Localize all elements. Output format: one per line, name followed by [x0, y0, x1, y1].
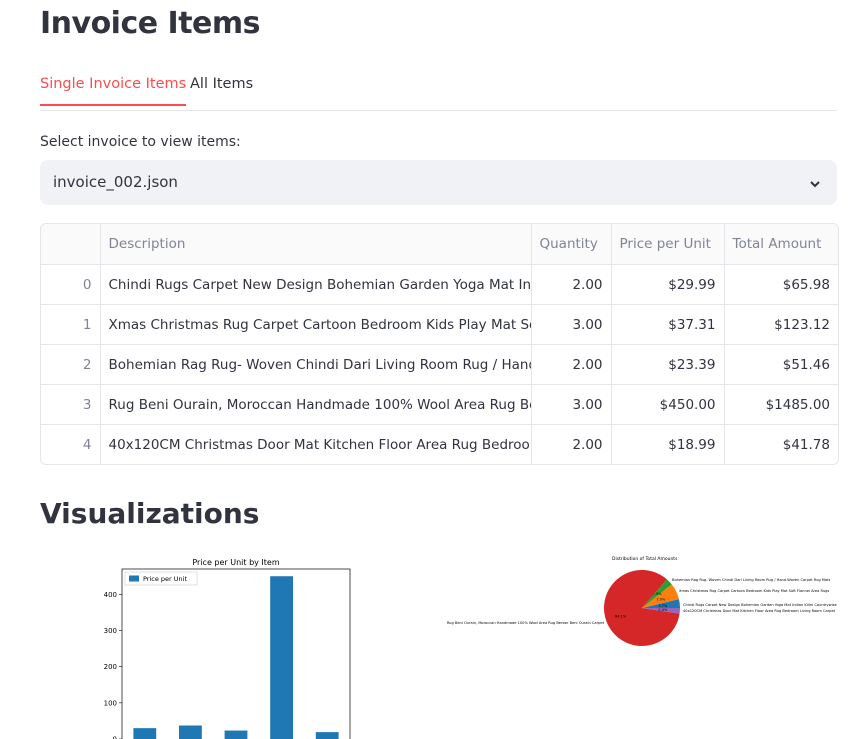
- page-title: Invoice Items: [40, 6, 261, 41]
- cell-quantity[interactable]: 3.00: [531, 304, 612, 345]
- cell-quantity[interactable]: 2.00: [531, 344, 612, 385]
- column-header-description[interactable]: Description: [100, 224, 532, 265]
- invoice-select-value: invoice_002.json: [53, 173, 178, 191]
- row-index: 0: [41, 264, 101, 305]
- chevron-down-icon: [809, 175, 821, 194]
- pie-slice-label: Bohemian Rag Rug- Woven Chindi Dari Livi…: [672, 578, 831, 582]
- cell-quantity[interactable]: 2.00: [531, 264, 612, 305]
- invoice-select[interactable]: invoice_002.json: [40, 160, 837, 205]
- y-tick-label: 100: [104, 699, 117, 707]
- cell-quantity[interactable]: 2.00: [531, 424, 612, 464]
- legend-swatch: [129, 575, 139, 582]
- table-row[interactable]: 1 Xmas Christmas Rug Carpet Cartoon Bedr…: [41, 304, 838, 345]
- cell-price-per-unit[interactable]: $29.99: [611, 264, 725, 305]
- cell-description[interactable]: Bohemian Rag Rug- Woven Chindi Dari Livi…: [100, 344, 532, 385]
- tab-bar: Single Invoice Items All Items: [40, 66, 837, 111]
- table-row[interactable]: 4 40x120CM Christmas Door Mat Kitchen Fl…: [41, 424, 838, 465]
- cell-total-amount[interactable]: $51.46: [724, 344, 838, 385]
- bar-2: [224, 730, 248, 739]
- pie-slice-label: Xmas Christmas Rug Carpet Cartoon Bedroo…: [679, 589, 829, 593]
- cell-total-amount[interactable]: $65.98: [724, 264, 838, 305]
- row-index: 2: [41, 344, 101, 385]
- visualizations-heading: Visualizations: [40, 497, 260, 530]
- cell-quantity[interactable]: 3.00: [531, 384, 612, 425]
- row-index: 4: [41, 424, 101, 464]
- column-header-index[interactable]: [41, 224, 101, 265]
- price-per-unit-bar-chart: Price per Unit by Item 400 300 200 100 0 Price…: [104, 558, 351, 739]
- cell-description[interactable]: Chindi Rugs Carpet New Design Bohemian G…: [100, 264, 532, 305]
- invoice-items-table[interactable]: Description Quantity Price per Unit Tota…: [40, 223, 839, 465]
- pie-slice-pct: 7.0%: [656, 597, 666, 601]
- y-tick-label: 0: [113, 736, 117, 739]
- plot-frame: [121, 568, 351, 739]
- chart-legend: Price per Unit: [124, 571, 198, 586]
- legend-label: Price per Unit: [143, 575, 187, 583]
- table-row[interactable]: 0 Chindi Rugs Carpet New Design Bohemian…: [41, 264, 838, 305]
- cell-description[interactable]: Xmas Christmas Rug Carpet Cartoon Bedroo…: [100, 304, 532, 345]
- cell-price-per-unit[interactable]: $450.00: [611, 384, 725, 425]
- column-header-quantity[interactable]: Quantity: [531, 224, 612, 265]
- cell-price-per-unit[interactable]: $18.99: [611, 424, 725, 464]
- invoice-select-label: Select invoice to view items:: [40, 134, 241, 150]
- pie-slice-label: Rug Beni Ourain, Moroccan Handmade 100% …: [447, 621, 605, 625]
- tab-single-invoice-items[interactable]: Single Invoice Items: [40, 76, 187, 106]
- pie-chart-title: Distribution of Total Amounts: [612, 556, 678, 562]
- table-row[interactable]: 2 Bohemian Rag Rug- Woven Chindi Dari Li…: [41, 344, 838, 385]
- bar-3: [270, 576, 293, 739]
- pie-slice-label: Chindi Rugs Carpet New Design Bohemian G…: [683, 603, 837, 607]
- table-row[interactable]: 3 Rug Beni Ourain, Moroccan Handmade 100…: [41, 384, 838, 425]
- y-tick-label: 400: [104, 591, 117, 599]
- cell-total-amount[interactable]: $123.12: [724, 304, 838, 345]
- total-amount-pie-chart: Distribution of Total Amounts3.7% Chindi …: [447, 556, 837, 646]
- bar-1: [179, 725, 202, 739]
- pie-slice-pct: 2.4%: [658, 608, 668, 612]
- cell-description[interactable]: 40x120CM Christmas Door Mat Kitchen Floo…: [100, 424, 532, 464]
- y-tick-label: 200: [104, 663, 117, 671]
- cell-total-amount[interactable]: $41.78: [724, 425, 838, 465]
- column-header-total-amount[interactable]: Total Amount: [724, 224, 838, 265]
- y-tick-label: 300: [104, 627, 117, 635]
- tab-all-items[interactable]: All Items: [190, 76, 253, 104]
- cell-price-per-unit[interactable]: $23.39: [611, 344, 725, 385]
- bar-chart-title: Price per Unit by Item: [192, 558, 279, 567]
- column-header-price-per-unit[interactable]: Price per Unit: [611, 224, 725, 265]
- bar-4: [315, 732, 339, 739]
- row-index: 3: [41, 384, 101, 425]
- pie-slice-label: 40x120CM Christmas Door Mat Kitchen Floo…: [683, 609, 836, 613]
- row-index: 1: [41, 304, 101, 345]
- cell-price-per-unit[interactable]: $37.31: [611, 304, 725, 345]
- pie-slice-pct: 84.1%: [615, 614, 627, 618]
- bar-0: [133, 728, 157, 739]
- cell-total-amount[interactable]: $1485.00: [724, 384, 838, 425]
- cell-description[interactable]: Rug Beni Ourain, Moroccan Handmade 100% …: [100, 384, 532, 425]
